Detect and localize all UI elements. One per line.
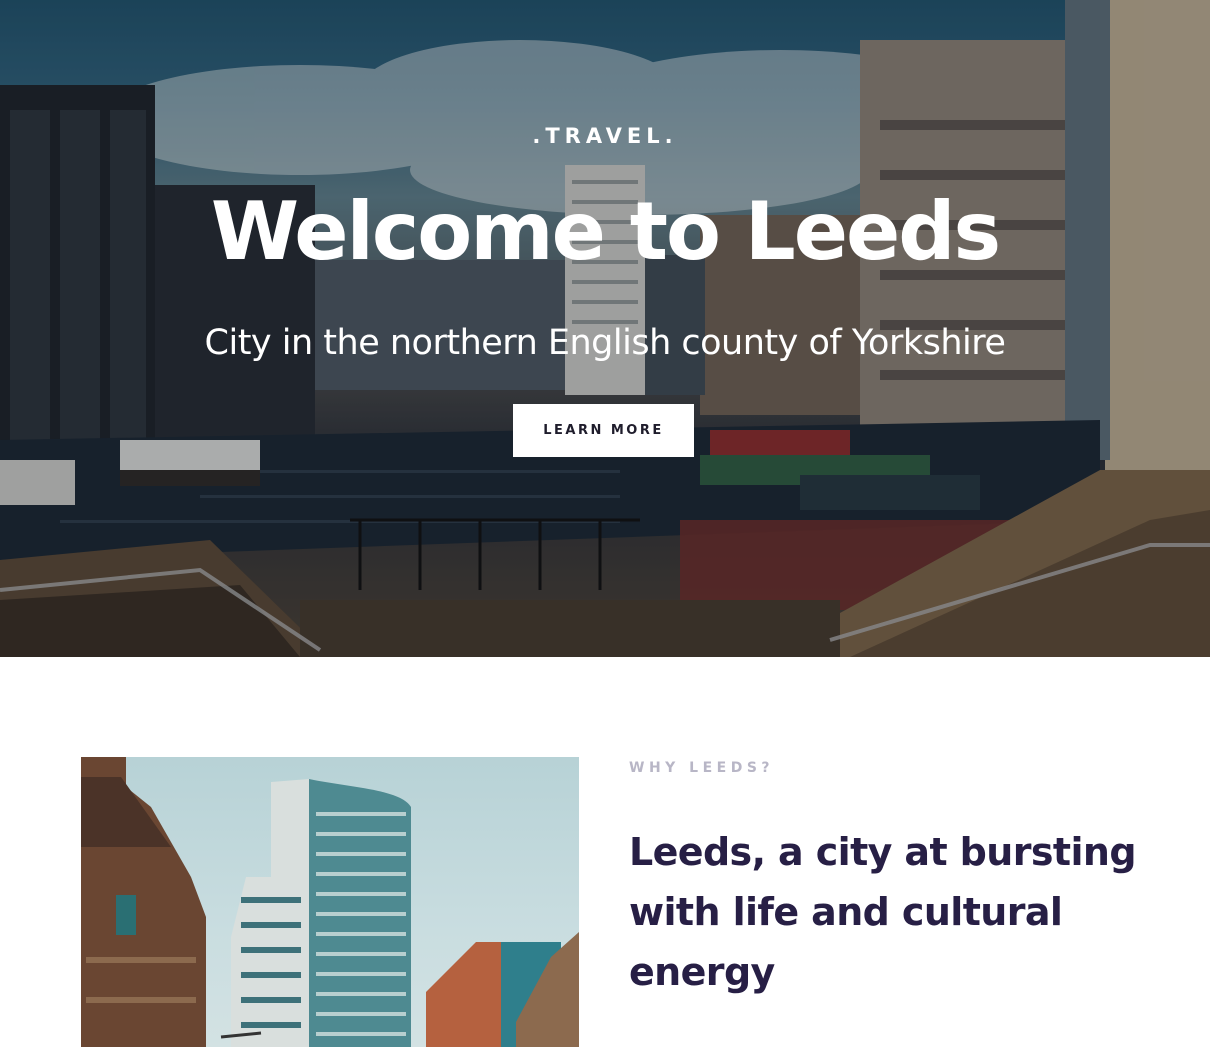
- hero-section: .TRAVEL. Welcome to Leeds City in the no…: [0, 0, 1210, 657]
- hero-eyebrow: .TRAVEL.: [532, 124, 678, 148]
- about-eyebrow: WHY LEEDS?: [629, 760, 775, 776]
- hero-title: Welcome to Leeds: [210, 185, 1001, 278]
- learn-more-button[interactable]: LEARN MORE: [513, 404, 694, 457]
- hero-subtitle: City in the northern English county of Y…: [204, 323, 1006, 363]
- leeds-skyline-image: [81, 757, 579, 1047]
- about-heading: Leeds, a city at bursting with life and …: [629, 830, 1137, 994]
